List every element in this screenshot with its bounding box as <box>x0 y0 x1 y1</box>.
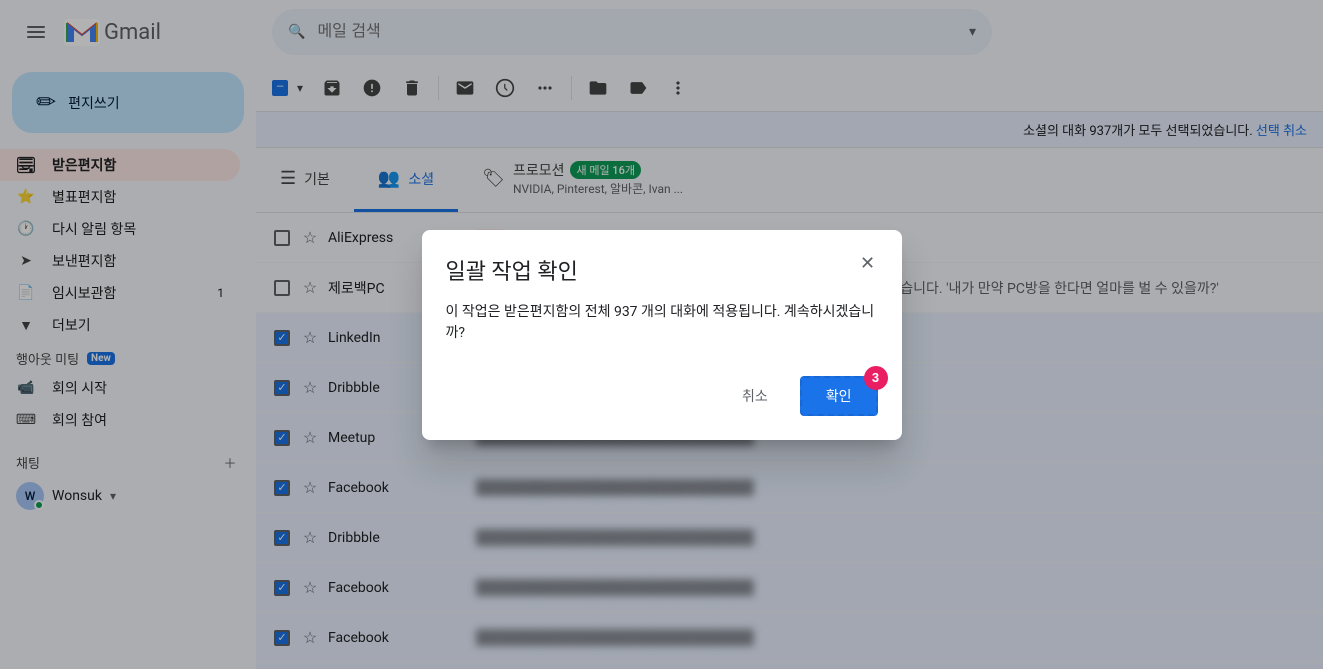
modal-overlay: 일괄 작업 확인 ✕ 이 작업은 받은편지함의 전체 937 개의 대화에 적용… <box>0 0 1323 669</box>
modal-close-button[interactable]: ✕ <box>850 246 886 282</box>
confirm-badge: 3 <box>864 366 888 390</box>
bulk-action-modal: 일괄 작업 확인 ✕ 이 작업은 받은편지함의 전체 937 개의 대화에 적용… <box>422 230 902 440</box>
modal-title: 일괄 작업 확인 <box>446 254 878 286</box>
modal-cancel-button[interactable]: 취소 <box>718 376 792 416</box>
modal-actions: 취소 확인 3 <box>446 376 878 416</box>
modal-body: 이 작업은 받은편지함의 전체 937 개의 대화에 적용됩니다. 계속하시겠습… <box>446 302 878 344</box>
confirm-label: 확인 <box>826 388 852 404</box>
modal-confirm-button[interactable]: 확인 3 <box>800 376 878 416</box>
